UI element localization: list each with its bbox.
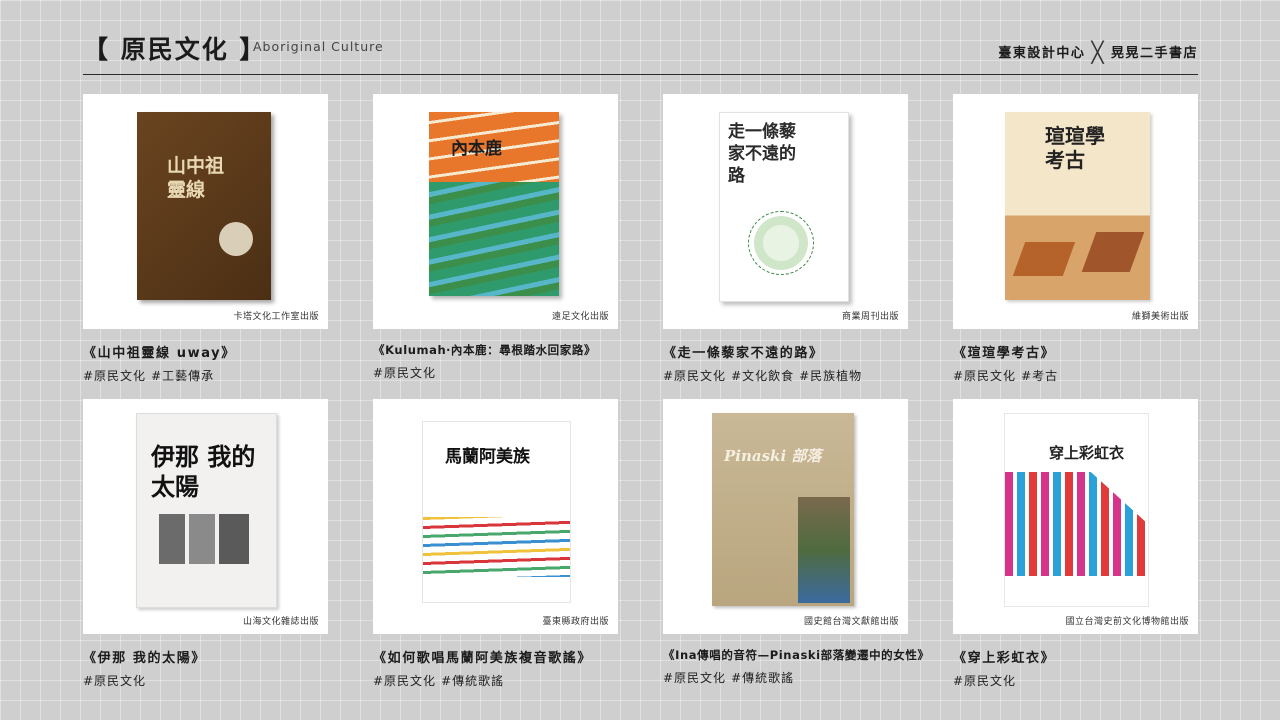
book-publisher: 維獅美術出版	[1131, 312, 1189, 322]
book-cover-image[interactable]: 馬蘭阿美族	[422, 421, 571, 603]
book-publisher: 國立台灣史前文化博物館出版	[1065, 617, 1189, 627]
book-tags: #原民文化	[83, 672, 328, 689]
book-tag[interactable]: #工藝傳承	[151, 369, 214, 383]
book-cover-image[interactable]: 瑄瑄學考古	[1005, 112, 1150, 300]
book-cover-title: 山中祖靈線	[167, 155, 225, 201]
book-publisher: 商業周刊出版	[841, 312, 899, 322]
book-cover-image[interactable]: 穿上彩虹衣	[1004, 413, 1149, 607]
book-publisher: 國史館台灣文獻館出版	[803, 617, 899, 627]
book-cover-title: 馬蘭阿美族	[445, 447, 530, 467]
book-publisher: 遠足文化出版	[551, 312, 609, 322]
brand-left: 臺東設計中心	[998, 46, 1086, 61]
book-cover-title: 伊那 我的太陽	[151, 442, 256, 501]
book-tag[interactable]: #原民文化	[83, 369, 146, 383]
page-title: 【 原民文化 】	[83, 35, 267, 64]
book-cover-image[interactable]: 伊那 我的太陽	[136, 413, 277, 608]
book-cover-title: Pinaski 部落	[724, 447, 822, 465]
book-tag[interactable]: #原民文化	[83, 674, 146, 688]
book-card[interactable]: Pinaski 部落 國史館台灣文獻館出版 《Ina傳唱的音符—Pinaski部…	[663, 399, 930, 686]
book-frame[interactable]: 馬蘭阿美族 臺東縣政府出版	[373, 399, 618, 634]
book-tag[interactable]: #文化飲食	[731, 369, 794, 383]
book-title: 《山中祖靈線 uway》	[83, 346, 236, 361]
book-title: 《Kulumah‧內本鹿：尋根踏水回家路》	[373, 343, 597, 357]
book-title: 《伊那 我的太陽》	[83, 651, 206, 666]
book-publisher: 臺東縣政府出版	[542, 617, 609, 627]
book-tag[interactable]: #原民文化	[373, 674, 436, 688]
book-card[interactable]: 走一條藜家不遠的路 商業周刊出版 《走一條藜家不遠的路》 #原民文化 #文化飲食 #…	[663, 94, 908, 384]
book-card[interactable]: 內本鹿 遠足文化出版 《Kulumah‧內本鹿：尋根踏水回家路》 #原民文化	[373, 94, 618, 381]
book-cover-title: 內本鹿	[451, 139, 502, 159]
book-tag[interactable]: #傳統歌謠	[441, 674, 504, 688]
page-header: 【 原民文化 】 Aboriginal Culture 臺東設計中心 ╳ 晃晃二…	[83, 28, 1198, 75]
brand-right: 晃晃二手書店	[1110, 46, 1198, 61]
book-cover-image[interactable]: 走一條藜家不遠的路	[719, 112, 849, 302]
book-tags: #原民文化 #工藝傳承	[83, 367, 328, 384]
book-title: 《Ina傳唱的音符—Pinaski部落變遷中的女性》	[663, 648, 930, 662]
book-card[interactable]: 山中祖靈線 卡塔文化工作室出版 《山中祖靈線 uway》 #原民文化 #工藝傳承	[83, 94, 328, 384]
book-publisher: 卡塔文化工作室出版	[233, 312, 319, 322]
brand-collab: 臺東設計中心 ╳ 晃晃二手書店	[998, 39, 1198, 64]
book-tags: #原民文化 #傳統歌謠	[373, 672, 618, 689]
book-tags: #原民文化 #考古	[953, 367, 1198, 384]
book-title: 《如何歌唱馬蘭阿美族複音歌謠》	[373, 651, 593, 666]
book-frame[interactable]: 瑄瑄學考古 維獅美術出版	[953, 94, 1198, 329]
book-tag[interactable]: #原民文化	[663, 671, 726, 685]
book-cover-title: 瑄瑄學考古	[1045, 124, 1105, 172]
book-title: 《穿上彩虹衣》	[953, 651, 1056, 666]
book-cover-image[interactable]: 山中祖靈線	[137, 112, 271, 300]
book-tags: #原民文化	[953, 672, 1198, 689]
cross-icon: ╳	[1091, 39, 1105, 64]
book-tag[interactable]: #考古	[1021, 369, 1058, 383]
book-frame[interactable]: Pinaski 部落 國史館台灣文獻館出版	[663, 399, 908, 634]
book-tag[interactable]: #原民文化	[373, 366, 436, 380]
book-cover-title: 穿上彩虹衣	[1049, 444, 1125, 462]
book-cover-image[interactable]: 內本鹿	[429, 112, 559, 296]
book-tag[interactable]: #民族植物	[799, 369, 862, 383]
book-tag[interactable]: #傳統歌謠	[731, 671, 794, 685]
book-publisher: 山海文化雜誌出版	[242, 617, 319, 627]
page-subtitle: Aboriginal Culture	[253, 39, 384, 54]
book-title: 《瑄瑄學考古》	[953, 346, 1056, 361]
book-tags: #原民文化 #傳統歌謠	[663, 669, 908, 686]
book-tag[interactable]: #原民文化	[663, 369, 726, 383]
book-tag[interactable]: #原民文化	[953, 369, 1016, 383]
book-title: 《走一條藜家不遠的路》	[663, 346, 824, 361]
book-frame[interactable]: 伊那 我的太陽 山海文化雜誌出版	[83, 399, 328, 634]
book-frame[interactable]: 山中祖靈線 卡塔文化工作室出版	[83, 94, 328, 329]
book-card[interactable]: 馬蘭阿美族 臺東縣政府出版 《如何歌唱馬蘭阿美族複音歌謠》 #原民文化 #傳統歌謠	[373, 399, 618, 689]
book-frame[interactable]: 內本鹿 遠足文化出版	[373, 94, 618, 329]
book-card[interactable]: 穿上彩虹衣 國立台灣史前文化博物館出版 《穿上彩虹衣》 #原民文化	[953, 399, 1198, 689]
book-cover-image[interactable]: Pinaski 部落	[712, 413, 854, 606]
book-card[interactable]: 瑄瑄學考古 維獅美術出版 《瑄瑄學考古》 #原民文化 #考古	[953, 94, 1198, 384]
book-tags: #原民文化	[373, 364, 618, 381]
book-frame[interactable]: 走一條藜家不遠的路 商業周刊出版	[663, 94, 908, 329]
book-cover-title: 走一條藜家不遠的路	[728, 122, 796, 186]
book-frame[interactable]: 穿上彩虹衣 國立台灣史前文化博物館出版	[953, 399, 1198, 634]
book-card[interactable]: 伊那 我的太陽 山海文化雜誌出版 《伊那 我的太陽》 #原民文化	[83, 399, 328, 689]
book-tags: #原民文化 #文化飲食 #民族植物	[663, 367, 908, 384]
book-tag[interactable]: #原民文化	[953, 674, 1016, 688]
